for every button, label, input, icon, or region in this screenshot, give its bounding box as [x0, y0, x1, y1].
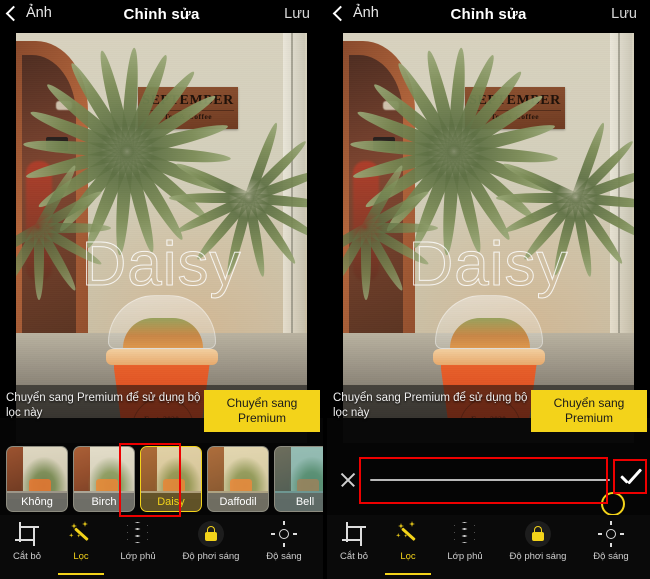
- filter-thumbnail-strip[interactable]: Không Birch Daisy Daffodil Bell: [0, 446, 323, 519]
- cup-dome-contents: [449, 318, 530, 348]
- page-title: Chỉnh sửa: [450, 6, 527, 23]
- tool-label: Lọc: [73, 551, 89, 562]
- cup-dome-contents: [122, 318, 203, 348]
- brightness-icon: [598, 521, 624, 547]
- premium-promo-banner: Chuyển sang Premium để sử dụng bộ lọc nà…: [0, 385, 323, 443]
- filter-item-bell[interactable]: Bell: [274, 446, 323, 512]
- header-bar: Ảnh Chỉnh sửa Lưu: [327, 0, 650, 33]
- photo-preview-area[interactable]: SEPTEMBER Tea & Coffee: [0, 33, 323, 418]
- tool-label: Độ sáng: [593, 551, 629, 562]
- save-button[interactable]: Lưu: [284, 6, 310, 22]
- tool-label: Độ phơi sáng: [509, 551, 567, 562]
- filter-label: Daffodil: [208, 493, 268, 511]
- tool-brightness[interactable]: Độ sáng: [581, 521, 641, 573]
- promo-message: Chuyển sang Premium để sử dụng bộ lọc nà…: [333, 392, 528, 419]
- layers-icon: [125, 521, 151, 547]
- filter-label: Không: [7, 493, 67, 511]
- magic-wand-icon: [68, 521, 94, 547]
- cup-dome-lid: [434, 295, 543, 349]
- tool-label: Cắt bỏ: [13, 551, 41, 562]
- tool-exposure[interactable]: Độ phơi sáng: [168, 521, 254, 573]
- lock-icon: [525, 521, 551, 547]
- cup-rim: [432, 349, 545, 365]
- edited-photo[interactable]: SEPTEMBER Tea & Coffee: [343, 33, 634, 418]
- tool-crop[interactable]: Cắt bỏ: [0, 521, 54, 573]
- tool-contrast[interactable]: Tươn: [641, 521, 650, 573]
- bottom-toolbar[interactable]: Cắt bỏ Lọc Lớp phủ Độ phơi sáng Độ sáng: [327, 515, 650, 579]
- photo-preview-area[interactable]: SEPTEMBER Tea & Coffee: [327, 33, 650, 418]
- tool-filter[interactable]: Lọc: [381, 521, 435, 575]
- tool-label: Độ sáng: [266, 551, 302, 562]
- crop-icon: [341, 521, 367, 547]
- edited-photo[interactable]: SEPTEMBER Tea & Coffee: [16, 33, 307, 418]
- tool-crop[interactable]: Cắt bỏ: [327, 521, 381, 573]
- tool-filter[interactable]: Lọc: [54, 521, 108, 575]
- bottom-toolbar[interactable]: Cắt bỏ Lọc Lớp phủ Độ phơi sáng Độ sáng: [0, 515, 323, 579]
- page-title: Chỉnh sửa: [123, 6, 200, 23]
- filter-label: Daisy: [141, 493, 201, 511]
- filter-item-daisy[interactable]: Daisy: [140, 446, 202, 512]
- filter-watermark: Daisy: [408, 230, 569, 300]
- active-tab-underline: [385, 573, 431, 575]
- screenshot-root: Ảnh Chỉnh sửa Lưu SEPTEMBER Tea & Coffee: [0, 0, 650, 579]
- cup-dome-lid: [107, 295, 216, 349]
- right-panel-slider: Ảnh Chỉnh sửa Lưu SEPTEMBER Tea & Coffee: [327, 0, 650, 579]
- magic-wand-icon: [395, 521, 421, 547]
- filter-item-khong[interactable]: Không: [6, 446, 68, 512]
- tool-exposure[interactable]: Độ phơi sáng: [495, 521, 581, 573]
- crop-icon: [14, 521, 40, 547]
- brightness-icon: [271, 521, 297, 547]
- promo-message: Chuyển sang Premium để sử dụng bộ lọc nà…: [6, 392, 201, 419]
- active-tab-underline: [58, 573, 104, 575]
- tool-label: Độ phơi sáng: [182, 551, 240, 562]
- tool-overlay[interactable]: Lớp phủ: [435, 521, 495, 573]
- tool-overlay[interactable]: Lớp phủ: [108, 521, 168, 573]
- layers-icon: [452, 521, 478, 547]
- filter-label: Birch: [74, 493, 134, 511]
- intensity-slider-thumb[interactable]: [601, 492, 625, 516]
- filter-watermark: Daisy: [81, 230, 242, 300]
- tool-contrast[interactable]: Tươn: [314, 521, 323, 573]
- close-icon[interactable]: [339, 471, 357, 489]
- upgrade-premium-button[interactable]: Chuyển sang Premium: [531, 390, 647, 432]
- left-panel-filter-list: Ảnh Chỉnh sửa Lưu SEPTEMBER Tea & Coffee: [0, 0, 323, 579]
- check-icon[interactable]: [616, 466, 644, 494]
- premium-promo-banner: Chuyển sang Premium để sử dụng bộ lọc nà…: [327, 385, 650, 443]
- save-button[interactable]: Lưu: [611, 6, 637, 22]
- tool-label: Lọc: [400, 551, 416, 562]
- filter-label: Bell: [275, 493, 323, 511]
- filter-intensity-row[interactable]: [327, 455, 650, 516]
- tool-label: Lớp phủ: [447, 551, 483, 562]
- header-bar: Ảnh Chỉnh sửa Lưu: [0, 0, 323, 33]
- tool-label: Cắt bỏ: [340, 551, 368, 562]
- filter-item-birch[interactable]: Birch: [73, 446, 135, 512]
- filter-item-daffodil[interactable]: Daffodil: [207, 446, 269, 512]
- lock-icon: [198, 521, 224, 547]
- cup-rim: [105, 349, 218, 365]
- intensity-slider-track[interactable]: [370, 479, 625, 516]
- tool-label: Lớp phủ: [120, 551, 156, 562]
- tool-brightness[interactable]: Độ sáng: [254, 521, 314, 573]
- upgrade-premium-button[interactable]: Chuyển sang Premium: [204, 390, 320, 432]
